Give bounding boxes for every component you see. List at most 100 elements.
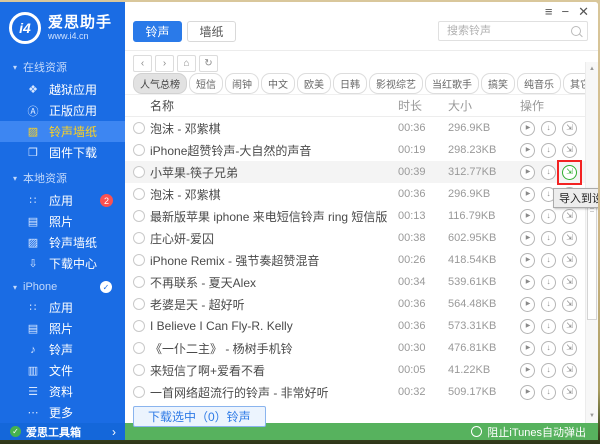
import-to-device-icon[interactable]: ⇲	[562, 231, 577, 246]
play-icon[interactable]: ▶	[520, 231, 535, 246]
table-row[interactable]: 来短信了啊+爱看不看00:0541.22KB▶↓⇲	[125, 359, 598, 381]
sidebar-section-header[interactable]: ▾在线资源	[0, 52, 125, 79]
row-checkbox[interactable]	[133, 188, 145, 200]
scrollbar-up-icon[interactable]: ▲	[586, 63, 598, 75]
sidebar-item-ringtone-wallpaper[interactable]: ▨铃声墙纸	[0, 121, 125, 142]
row-checkbox[interactable]	[133, 144, 145, 156]
row-checkbox[interactable]	[133, 122, 145, 134]
table-row[interactable]: 不再联系 - 夏天Alex00:34539.61KB▶↓⇲	[125, 271, 598, 293]
row-checkbox[interactable]	[133, 386, 145, 398]
row-checkbox[interactable]	[133, 166, 145, 178]
sidebar-item-iphone-photos[interactable]: ▤照片	[0, 318, 125, 339]
play-icon[interactable]: ▶	[520, 253, 535, 268]
toolbox-bar[interactable]: ✓ 爱思工具箱 ›	[0, 423, 125, 440]
sidebar-item-more[interactable]: ⋯更多	[0, 402, 125, 423]
row-checkbox[interactable]	[133, 364, 145, 376]
refresh-icon[interactable]: ↻	[199, 55, 218, 72]
play-icon[interactable]: ▶	[520, 143, 535, 158]
sidebar-item-jailbreak-apps[interactable]: ❖越狱应用	[0, 79, 125, 100]
tab-wallpaper[interactable]: 墙纸	[187, 21, 236, 42]
download-icon[interactable]: ↓	[541, 341, 556, 356]
scrollbar-down-icon[interactable]: ▼	[586, 410, 598, 422]
forward-icon[interactable]: ›	[155, 55, 174, 72]
tab-ringtone[interactable]: 铃声	[133, 21, 182, 42]
scrollbar[interactable]: ▲ ▼	[585, 62, 598, 423]
play-icon[interactable]: ▶	[520, 385, 535, 400]
table-row[interactable]: 小苹果-筷子兄弟00:39312.77KB▶↓⇲导入到设备	[125, 161, 598, 183]
import-to-device-icon[interactable]: ⇲	[562, 363, 577, 378]
download-icon[interactable]: ↓	[541, 363, 556, 378]
play-icon[interactable]: ▶	[520, 275, 535, 290]
search-input[interactable]	[445, 24, 571, 38]
table-row[interactable]: iPhone超赞铃声-大自然的声音00:19298.23KB▶↓⇲	[125, 139, 598, 161]
category-pill[interactable]: 闹钟	[225, 73, 259, 94]
download-icon[interactable]: ↓	[541, 297, 556, 312]
category-pill[interactable]: 影视综艺	[369, 73, 423, 94]
menu-icon[interactable]: ≡	[545, 5, 553, 18]
download-icon[interactable]: ↓	[541, 121, 556, 136]
import-to-device-icon[interactable]: ⇲	[562, 385, 577, 400]
category-pill[interactable]: 欧美	[297, 73, 331, 94]
sidebar-section-header[interactable]: ▾本地资源	[0, 163, 125, 190]
search-box[interactable]	[438, 21, 588, 41]
search-icon[interactable]	[571, 26, 581, 36]
sidebar-item-genuine-apps[interactable]: Ⓐ正版应用	[0, 100, 125, 121]
import-to-device-icon[interactable]: ⇲	[562, 341, 577, 356]
play-icon[interactable]: ▶	[520, 121, 535, 136]
download-icon[interactable]: ↓	[541, 209, 556, 224]
back-icon[interactable]: ‹	[133, 55, 152, 72]
itunes-toggle-checkbox[interactable]	[471, 426, 482, 437]
table-row[interactable]: 老婆是天 - 超好听00:36564.48KB▶↓⇲	[125, 293, 598, 315]
close-icon[interactable]: ✕	[578, 5, 589, 18]
home-icon[interactable]: ⌂	[177, 55, 196, 72]
scrollbar-thumb[interactable]	[587, 195, 597, 320]
category-pill[interactable]: 当红歌手	[425, 73, 479, 94]
import-to-device-icon[interactable]: ⇲	[562, 319, 577, 334]
play-icon[interactable]: ▶	[520, 319, 535, 334]
import-to-device-icon[interactable]: ⇲	[562, 143, 577, 158]
category-pill[interactable]: 搞笑	[481, 73, 515, 94]
download-icon[interactable]: ↓	[541, 319, 556, 334]
row-checkbox[interactable]	[133, 232, 145, 244]
row-checkbox[interactable]	[133, 342, 145, 354]
play-icon[interactable]: ▶	[520, 187, 535, 202]
table-row[interactable]: iPhone Remix - 强节奏超赞混音00:26418.54KB▶↓⇲	[125, 249, 598, 271]
import-to-device-icon[interactable]: ⇲	[562, 253, 577, 268]
table-row[interactable]: 泡沫 - 邓紫棋00:36296.9KB▶↓⇲	[125, 117, 598, 139]
table-row[interactable]: 《一仆二主》 - 杨树手机铃00:30476.81KB▶↓⇲	[125, 337, 598, 359]
download-icon[interactable]: ↓	[541, 165, 556, 180]
row-checkbox[interactable]	[133, 298, 145, 310]
sidebar-item-local-photos[interactable]: ▤照片	[0, 211, 125, 232]
sidebar-item-iphone-apps[interactable]: ∷应用	[0, 297, 125, 318]
play-icon[interactable]: ▶	[520, 341, 535, 356]
row-checkbox[interactable]	[133, 210, 145, 222]
download-icon[interactable]: ↓	[541, 143, 556, 158]
table-row[interactable]: 泡沫 - 邓紫棋00:36296.9KB▶↓⇲	[125, 183, 598, 205]
import-to-device-icon[interactable]: ⇲	[562, 209, 577, 224]
sidebar-item-local-ringtone-wallpaper[interactable]: ▨铃声墙纸	[0, 232, 125, 253]
table-row[interactable]: I Believe I Can Fly-R. Kelly00:36573.31K…	[125, 315, 598, 337]
category-pill[interactable]: 短信	[189, 73, 223, 94]
play-icon[interactable]: ▶	[520, 297, 535, 312]
table-row[interactable]: 最新版苹果 iphone 来电短信铃声 ring 短信版00:13116.79K…	[125, 205, 598, 227]
category-pill[interactable]: 中文	[261, 73, 295, 94]
category-pill[interactable]: 人气总榜	[133, 73, 187, 94]
minimize-icon[interactable]: −	[562, 5, 570, 18]
import-to-device-icon[interactable]: ⇲	[562, 121, 577, 136]
download-selected-button[interactable]: 下载选中（0）铃声	[133, 406, 266, 427]
play-icon[interactable]: ▶	[520, 165, 535, 180]
row-checkbox[interactable]	[133, 320, 145, 332]
row-checkbox[interactable]	[133, 276, 145, 288]
sidebar-item-local-apps[interactable]: ∷应用2	[0, 190, 125, 211]
download-icon[interactable]: ↓	[541, 385, 556, 400]
category-pill[interactable]: 日韩	[333, 73, 367, 94]
play-icon[interactable]: ▶	[520, 209, 535, 224]
download-icon[interactable]: ↓	[541, 253, 556, 268]
sidebar-item-iphone-data[interactable]: ☰资料	[0, 381, 125, 402]
sidebar-item-iphone-files[interactable]: ▥文件	[0, 360, 125, 381]
play-icon[interactable]: ▶	[520, 363, 535, 378]
download-icon[interactable]: ↓	[541, 275, 556, 290]
table-row[interactable]: 庄心妍-爱囚00:38602.95KB▶↓⇲	[125, 227, 598, 249]
table-row[interactable]: 一首网络超流行的铃声 - 非常好听00:32509.17KB▶↓⇲	[125, 381, 598, 403]
import-to-device-icon[interactable]: ⇲	[562, 297, 577, 312]
